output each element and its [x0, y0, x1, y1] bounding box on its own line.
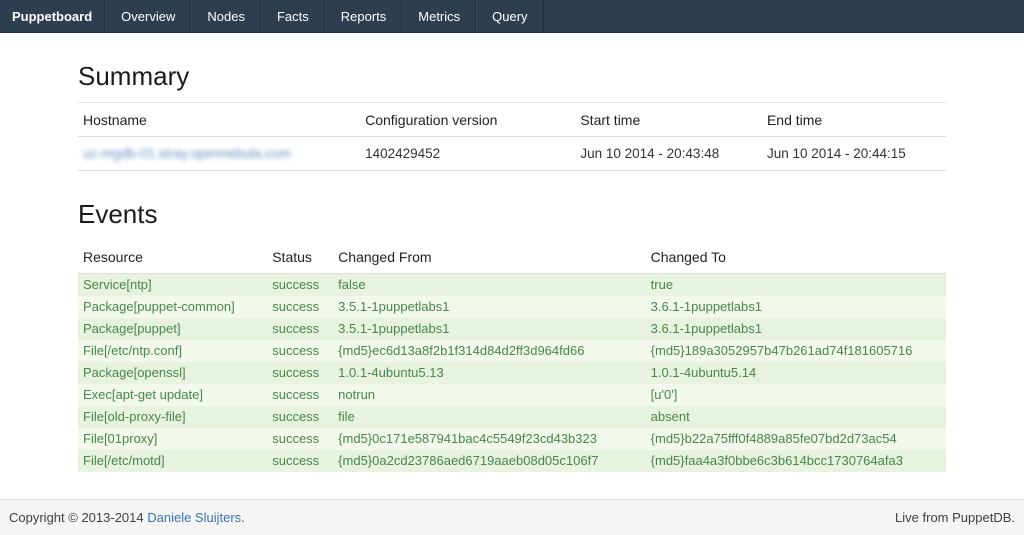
copyright-prefix: Copyright © 2013-2014	[9, 510, 147, 525]
event-changed-to: {md5}faa4a3f0bbe6c3b614bcc1730764afa3	[646, 450, 946, 472]
event-changed-to: 3.6.1-1puppetlabs1	[646, 318, 946, 340]
summary-col-end-time: End time	[762, 103, 946, 137]
event-row: Package[puppet-common] success 3.5.1-1pu…	[78, 296, 946, 318]
event-resource: File[/etc/ntp.conf]	[78, 340, 267, 362]
summary-row: uc-mgdb-01.stray.opennebula.com 14024294…	[78, 137, 946, 171]
puppetdb-status: Live from PuppetDB.	[895, 510, 1015, 525]
event-changed-to: 3.6.1-1puppetlabs1	[646, 296, 946, 318]
main-content: Summary Hostname Configuration version S…	[0, 61, 1024, 472]
event-changed-to: {md5}b22a75fff0f4889a85fe07bd2d73ac54	[646, 428, 946, 450]
event-row: Service[ntp] success false true	[78, 274, 946, 297]
top-navbar: Puppetboard Overview Nodes Facts Reports…	[0, 0, 1024, 33]
event-status: success	[267, 274, 333, 297]
summary-cell-config-version: 1402429452	[360, 137, 575, 171]
event-row: Package[openssl] success 1.0.1-4ubuntu5.…	[78, 362, 946, 384]
event-resource: Package[puppet]	[78, 318, 267, 340]
summary-cell-start-time: Jun 10 2014 - 20:43:48	[575, 137, 762, 171]
summary-table: Hostname Configuration version Start tim…	[78, 102, 946, 171]
brand-puppetboard[interactable]: Puppetboard	[0, 0, 105, 32]
summary-cell-hostname: uc-mgdb-01.stray.opennebula.com	[78, 137, 360, 171]
summary-title: Summary	[78, 61, 946, 92]
summary-col-hostname: Hostname	[78, 103, 360, 137]
event-changed-to: absent	[646, 406, 946, 428]
event-status: success	[267, 296, 333, 318]
event-resource: File[01proxy]	[78, 428, 267, 450]
event-changed-to: 1.0.1-4ubuntu5.14	[646, 362, 946, 384]
event-row: Exec[apt-get update] success notrun [u'0…	[78, 384, 946, 406]
copyright-suffix: .	[241, 510, 245, 525]
nav-item[interactable]: Nodes	[191, 0, 261, 32]
event-status: success	[267, 362, 333, 384]
event-row: File[01proxy] success {md5}0c171e587941b…	[78, 428, 946, 450]
event-row: Package[puppet] success 3.5.1-1puppetlab…	[78, 318, 946, 340]
event-changed-from: file	[333, 406, 645, 428]
events-col-changed-to: Changed To	[646, 240, 946, 274]
copyright-text: Copyright © 2013-2014 Daniele Sluijters.	[9, 510, 245, 525]
event-resource: File[/etc/motd]	[78, 450, 267, 472]
summary-col-start-time: Start time	[575, 103, 762, 137]
event-changed-to: true	[646, 274, 946, 297]
events-table: Resource Status Changed From Changed To …	[78, 240, 946, 472]
event-changed-from: 3.5.1-1puppetlabs1	[333, 318, 645, 340]
event-changed-from: 3.5.1-1puppetlabs1	[333, 296, 645, 318]
nav-items: Overview Nodes Facts Reports Metrics Que…	[105, 0, 543, 32]
event-changed-from: {md5}0c171e587941bac4c5549f23cd43b323	[333, 428, 645, 450]
event-changed-from: {md5}0a2cd23786aed6719aaeb08d05c106f7	[333, 450, 645, 472]
nav-item[interactable]: Query	[476, 0, 543, 32]
author-link[interactable]: Daniele Sluijters	[147, 510, 241, 525]
events-title: Events	[78, 199, 946, 230]
events-col-status: Status	[267, 240, 333, 274]
nav-item[interactable]: Reports	[325, 0, 403, 32]
event-resource: Service[ntp]	[78, 274, 267, 297]
event-changed-to: [u'0']	[646, 384, 946, 406]
event-changed-from: 1.0.1-4ubuntu5.13	[333, 362, 645, 384]
event-changed-from: {md5}ec6d13a8f2b1f314d84d2ff3d964fd66	[333, 340, 645, 362]
events-col-changed-from: Changed From	[333, 240, 645, 274]
event-status: success	[267, 340, 333, 362]
event-changed-from: false	[333, 274, 645, 297]
nav-item[interactable]: Facts	[261, 0, 325, 32]
summary-header-row: Hostname Configuration version Start tim…	[78, 103, 946, 137]
summary-col-config-version: Configuration version	[360, 103, 575, 137]
footer: Copyright © 2013-2014 Daniele Sluijters.…	[0, 499, 1024, 535]
event-status: success	[267, 428, 333, 450]
event-status: success	[267, 406, 333, 428]
event-resource: Package[puppet-common]	[78, 296, 267, 318]
event-status: success	[267, 318, 333, 340]
events-header-row: Resource Status Changed From Changed To	[78, 240, 946, 274]
event-row: File[old-proxy-file] success file absent	[78, 406, 946, 428]
event-row: File[/etc/motd] success {md5}0a2cd23786a…	[78, 450, 946, 472]
event-resource: File[old-proxy-file]	[78, 406, 267, 428]
events-col-resource: Resource	[78, 240, 267, 274]
nav-item[interactable]: Metrics	[402, 0, 476, 32]
event-changed-from: notrun	[333, 384, 645, 406]
summary-cell-end-time: Jun 10 2014 - 20:44:15	[762, 137, 946, 171]
event-status: success	[267, 384, 333, 406]
event-changed-to: {md5}189a3052957b47b261ad74f181605716	[646, 340, 946, 362]
nav-item[interactable]: Overview	[105, 0, 191, 32]
event-row: File[/etc/ntp.conf] success {md5}ec6d13a…	[78, 340, 946, 362]
events-rows: Service[ntp] success false true Package[…	[78, 274, 946, 473]
event-status: success	[267, 450, 333, 472]
hostname-link[interactable]: uc-mgdb-01.stray.opennebula.com	[83, 146, 291, 161]
event-resource: Exec[apt-get update]	[78, 384, 267, 406]
event-resource: Package[openssl]	[78, 362, 267, 384]
